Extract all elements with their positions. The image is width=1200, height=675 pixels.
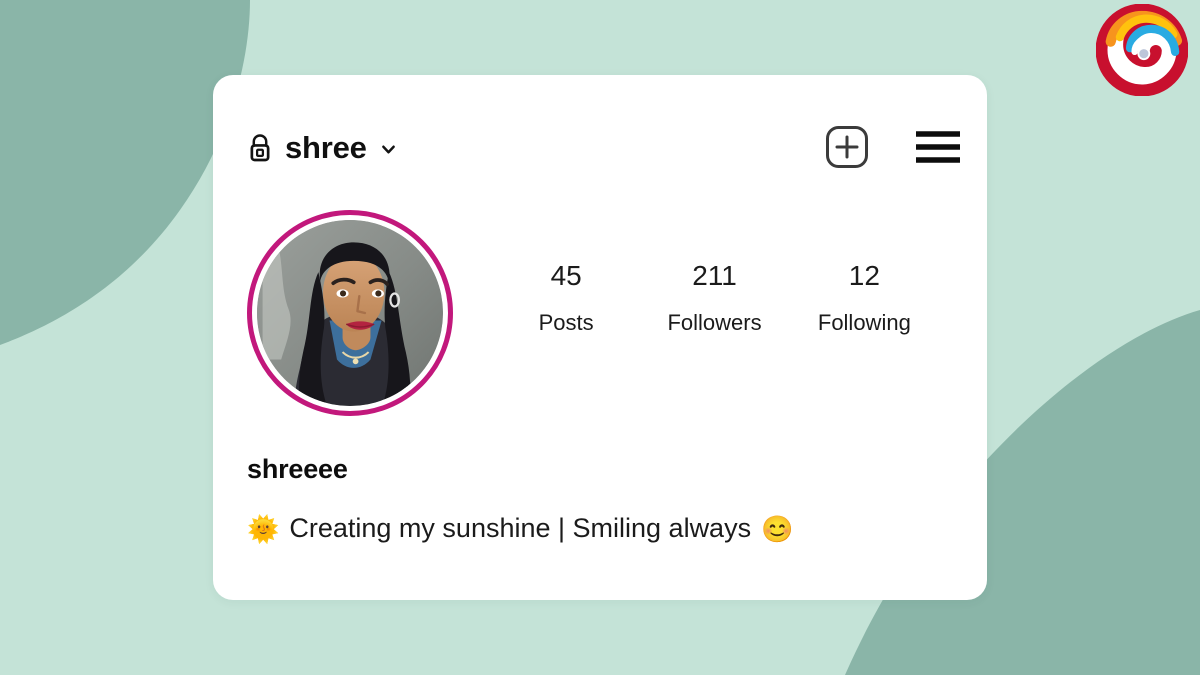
profile-card: shree 45 Posts 211 Followers 12 Followin…: [213, 75, 987, 600]
profile-summary-row: 45 Posts 211 Followers 12 Following: [247, 210, 957, 420]
hamburger-menu-icon[interactable]: [913, 129, 963, 165]
bio-text: Creating my sunshine | Smiling always: [289, 513, 752, 544]
stat-followers-label: Followers: [667, 310, 762, 335]
account-switcher[interactable]: shree: [247, 131, 398, 163]
stat-followers-value: 211: [692, 260, 737, 291]
sun-with-face-emoji: 🌞: [247, 514, 280, 545]
spiral-swirl-logo: [1096, 4, 1188, 96]
bio-block: shreeee 🌞 Creating my sunshine | Smiling…: [247, 453, 953, 546]
stat-posts[interactable]: 45 Posts: [521, 258, 611, 337]
display-name: shreeee: [247, 454, 348, 484]
screenshot-root: shree 45 Posts 211 Followers 12 Followin…: [0, 0, 1200, 675]
plus-square-icon[interactable]: [823, 123, 871, 171]
stat-followers[interactable]: 211 Followers: [667, 258, 761, 337]
stat-posts-value: 45: [550, 260, 582, 291]
chevron-down-icon[interactable]: [379, 140, 398, 159]
stat-posts-label: Posts: [538, 310, 594, 335]
card-header: shree: [247, 119, 963, 175]
header-actions: [823, 123, 963, 171]
stats-row: 45 Posts 211 Followers 12 Following: [453, 210, 957, 337]
avatar[interactable]: [247, 210, 453, 416]
stat-following-label: Following: [817, 310, 911, 335]
stat-following-value: 12: [848, 260, 880, 291]
bio-text-line: 🌞 Creating my sunshine | Smiling always …: [247, 512, 953, 546]
lock-icon: [250, 134, 270, 162]
smiling-face-emoji: 😊: [761, 514, 794, 545]
avatar-illustration: [257, 220, 443, 406]
account-handle: shree: [285, 129, 367, 165]
stat-following[interactable]: 12 Following: [818, 258, 911, 337]
profile-avatar: [257, 220, 443, 406]
